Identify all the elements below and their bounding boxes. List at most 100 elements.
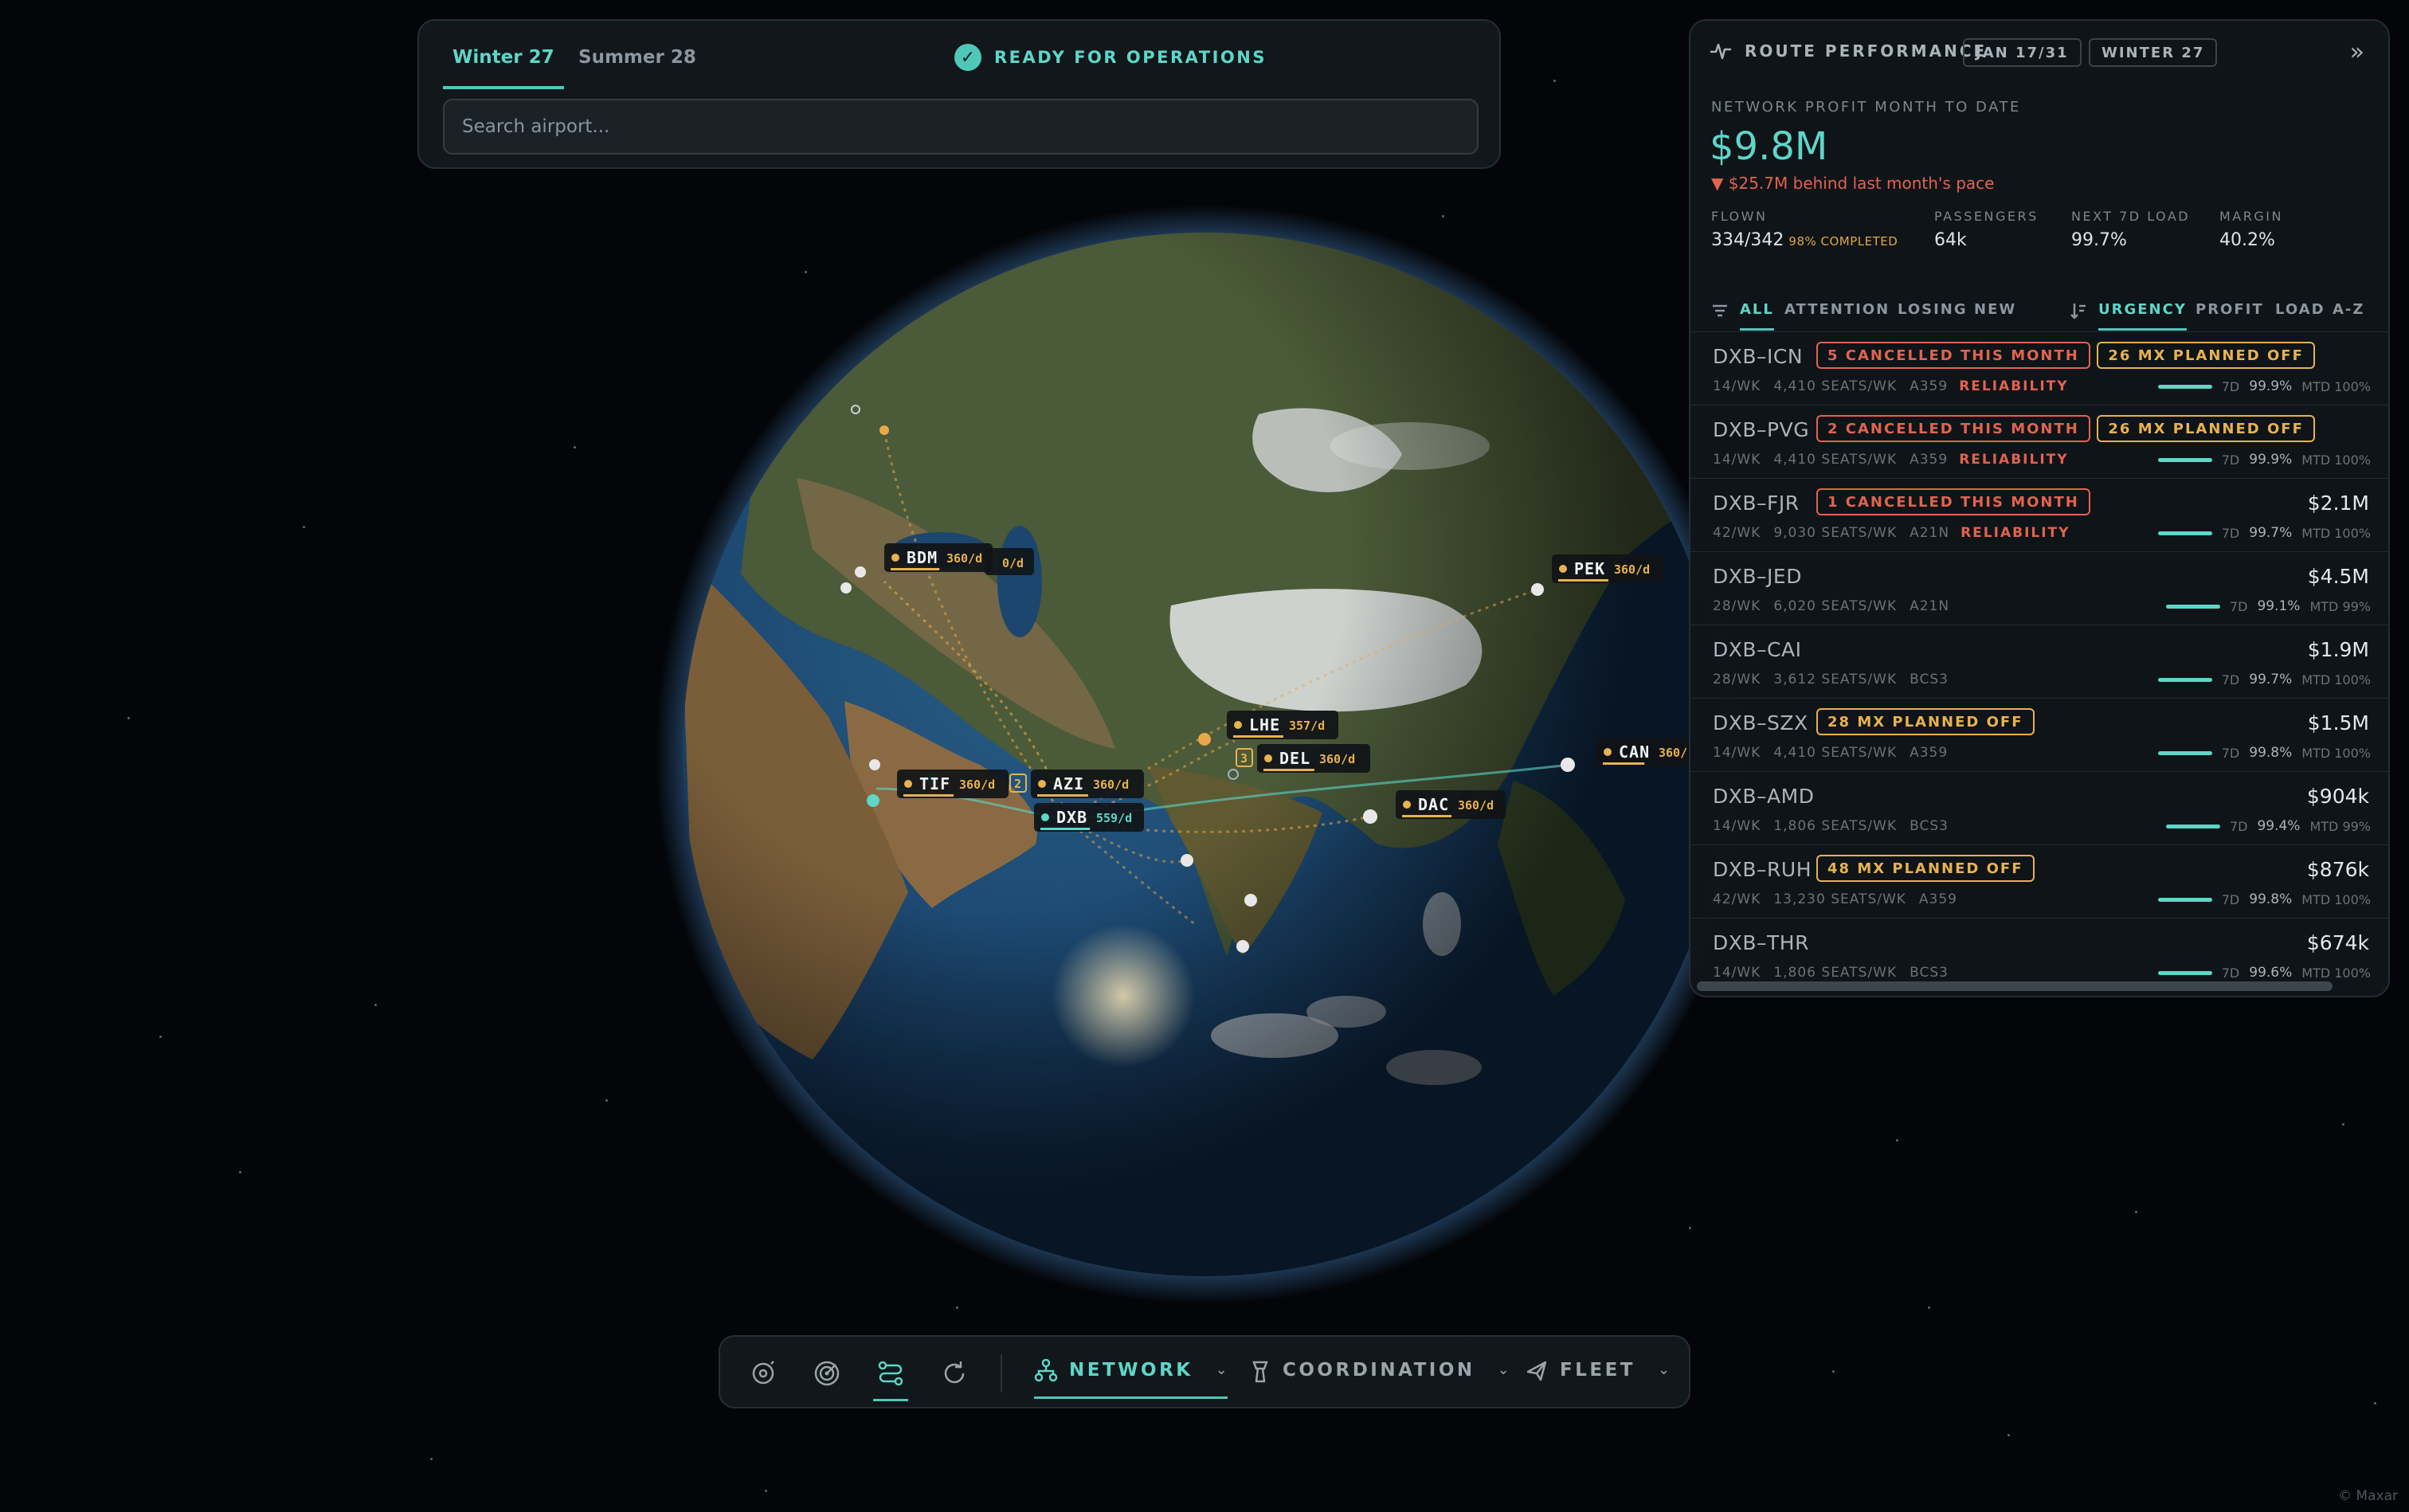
mtd-load: MTD 100% [2301, 965, 2371, 981]
tab-winter-27[interactable]: Winter 27 [443, 41, 564, 89]
maintenance-badge[interactable]: 48 MX PLANNED OFF [1816, 855, 2035, 882]
chevron-down-icon[interactable]: ⌄ [1658, 1357, 1670, 1383]
airport-frequency: 360/d [1093, 778, 1129, 792]
search-airport-input[interactable] [443, 99, 1479, 155]
load-window: 7D [2221, 891, 2240, 907]
route-load-stats: 7D 99.7% MTD 100% [2157, 525, 2371, 541]
status-text: READY FOR OPERATIONS [994, 48, 1267, 67]
airport-label-pek[interactable]: PEK 360/d [1552, 554, 1663, 583]
load-window: 7D [2221, 672, 2240, 687]
kpi-value: 40.2% [2219, 230, 2275, 250]
airport-label-tif[interactable]: TIF 360/d [897, 770, 1009, 798]
route-row[interactable]: DXB–FJR 1 CANCELLED THIS MONTH 42/WK 9,030 … [1690, 478, 2388, 551]
panel-title: ROUTE PERFORMANCE [1745, 41, 1988, 61]
filter-all[interactable]: ALL [1740, 301, 1774, 331]
chevron-down-icon[interactable]: ⌄ [1216, 1357, 1228, 1383]
label-underline [891, 568, 940, 570]
route-row[interactable]: DXB–PVG 2 CANCELLED THIS MONTH 26 MX PLANN… [1690, 405, 2388, 478]
maintenance-badge[interactable]: 28 MX PLANNED OFF [1816, 708, 2035, 735]
network-profit-value: $9.8M [1710, 124, 1828, 169]
cancellation-badge[interactable]: 5 CANCELLED THIS MONTH [1816, 342, 2090, 369]
kpi-sub: 98% COMPLETED [1788, 234, 1898, 249]
radar-icon[interactable] [811, 1357, 843, 1389]
airport-frequency: 360/ [1659, 746, 1687, 760]
load-bar [2157, 970, 2212, 975]
route-seats: 1,806 SEATS/WK [1773, 818, 1898, 834]
mtd-load: MTD 100% [2301, 745, 2371, 761]
route-profit: $2.1M [2307, 492, 2369, 515]
load-bar [2157, 750, 2212, 755]
season-chip[interactable]: WINTER 27 [2089, 38, 2218, 67]
kpi-passengers: PASSENGERS 64k [1934, 209, 2039, 250]
route-load-stats: 7D 99.9% MTD 100% [2157, 452, 2371, 468]
airport-label-dac[interactable]: DAC 360/d [1396, 790, 1506, 819]
route-row[interactable]: DXB–RUH 48 MX PLANNED OFF 42/WK 13,230 SEAT… [1690, 844, 2388, 918]
airport-code: DAC [1418, 795, 1449, 814]
airport-label-dxb[interactable]: DXB 559/d [1034, 803, 1144, 832]
date-chip[interactable]: JAN 17/31 [1963, 38, 2082, 67]
route-profit: $904k [2306, 785, 2369, 808]
route-meta: 14/WK 4,410 SEATS/WK A359 RELIABILITY [1713, 378, 2069, 394]
route-load-stats: 7D 99.9% MTD 100% [2157, 378, 2371, 394]
maintenance-badge[interactable]: 26 MX PLANNED OFF [2097, 415, 2315, 442]
horizontal-scrollbar[interactable] [1697, 981, 2333, 991]
routes-icon[interactable] [873, 1357, 908, 1401]
airport-code: DXB [1056, 808, 1087, 827]
mtd-load: MTD 100% [2301, 891, 2371, 907]
route-aircraft: A359 [1910, 452, 1949, 468]
label-underline [1558, 579, 1608, 582]
cancellation-badge[interactable]: 1 CANCELLED THIS MONTH [1816, 488, 2090, 515]
route-name: DXB–SZX [1713, 711, 1808, 734]
orbit-icon[interactable] [747, 1357, 779, 1389]
load-bar [2157, 384, 2212, 389]
route-seats: 4,410 SEATS/WK [1773, 378, 1898, 394]
route-frequency: 14/WK [1713, 452, 1761, 468]
route-frequency: 14/WK [1713, 745, 1761, 761]
chevron-down-icon[interactable]: ⌄ [1498, 1357, 1510, 1383]
route-name: DXB–RUH [1713, 858, 1812, 881]
down-triangle-icon: ▼ [1711, 174, 1724, 193]
sort-load[interactable]: LOAD [2275, 301, 2325, 318]
route-meta: 14/WK 1,806 SEATS/WK BCS3 [1713, 818, 1949, 834]
refresh-icon[interactable] [938, 1357, 970, 1389]
load-bar [2165, 604, 2220, 609]
mode-coordination[interactable]: COORDINATION ⌄ [1249, 1357, 1510, 1399]
label-underline [1402, 815, 1452, 817]
filter-attention[interactable]: ATTENTION [1784, 301, 1890, 318]
mode-label: FLEET [1560, 1360, 1635, 1381]
reliability-flag: RELIABILITY [1959, 378, 2069, 394]
airport-label-bdm[interactable]: BDM 360/d [884, 543, 993, 572]
route-frequency: 28/WK [1713, 598, 1761, 614]
route-aircraft: A359 [1910, 378, 1949, 394]
map-attribution: © Maxar [2338, 1488, 2398, 1504]
sort-urgency[interactable]: URGENCY [2098, 301, 2187, 331]
route-row[interactable]: DXB–JED 28/WK 6,020 SEATS/WK A21N $4.5M 7D 99.… [1690, 551, 2388, 625]
airport-dot [1041, 813, 1049, 821]
mode-fleet[interactable]: FLEET ⌄ [1525, 1357, 1670, 1399]
airport-label-can[interactable]: CAN 360/ [1596, 738, 1689, 766]
filter-losing[interactable]: LOSING [1898, 301, 1968, 318]
cancellation-badge[interactable]: 2 CANCELLED THIS MONTH [1816, 415, 2090, 442]
tab-summer-28[interactable]: Summer 28 [569, 41, 706, 89]
route-row[interactable]: DXB–SZX 28 MX PLANNED OFF 14/WK 4,410 SEATS… [1690, 698, 2388, 771]
airport-code: TIF [919, 774, 950, 793]
route-name: DXB–AMD [1713, 785, 1815, 808]
sort-profit[interactable]: PROFIT [2196, 301, 2264, 318]
airport-label-lhe[interactable]: LHE 357/d [1227, 711, 1338, 739]
sort-a-z[interactable]: A-Z [2333, 301, 2364, 318]
route-row[interactable]: DXB–THR 14/WK 1,806 SEATS/WK BCS3 $674k 7D 99.… [1690, 918, 2388, 991]
profit-caption: NETWORK PROFIT MONTH TO DATE [1711, 99, 2021, 116]
route-name: DXB–ICN [1713, 345, 1804, 368]
route-row[interactable]: DXB–AMD 14/WK 1,806 SEATS/WK BCS3 $904k 7D 99.… [1690, 771, 2388, 844]
route-row[interactable]: DXB–CAI 28/WK 3,612 SEATS/WK BCS3 $1.9M 7D 99.… [1690, 625, 2388, 698]
mode-network[interactable]: NETWORK ⌄ [1034, 1357, 1228, 1399]
toolbar-divider [1001, 1354, 1002, 1393]
route-row[interactable]: DXB–ICN 5 CANCELLED THIS MONTH 26 MX PLANN… [1690, 331, 2388, 405]
filter-new[interactable]: NEW [1974, 301, 2016, 318]
maintenance-badge[interactable]: 26 MX PLANNED OFF [2097, 342, 2315, 369]
load-value: 99.1% [2257, 598, 2301, 614]
load-window: 7D [2221, 378, 2240, 394]
collapse-panel-icon[interactable]: » [2350, 38, 2364, 66]
route-meta: 42/WK 9,030 SEATS/WK A21N RELIABILITY [1713, 525, 2070, 541]
route-seats: 1,806 SEATS/WK [1773, 965, 1898, 981]
